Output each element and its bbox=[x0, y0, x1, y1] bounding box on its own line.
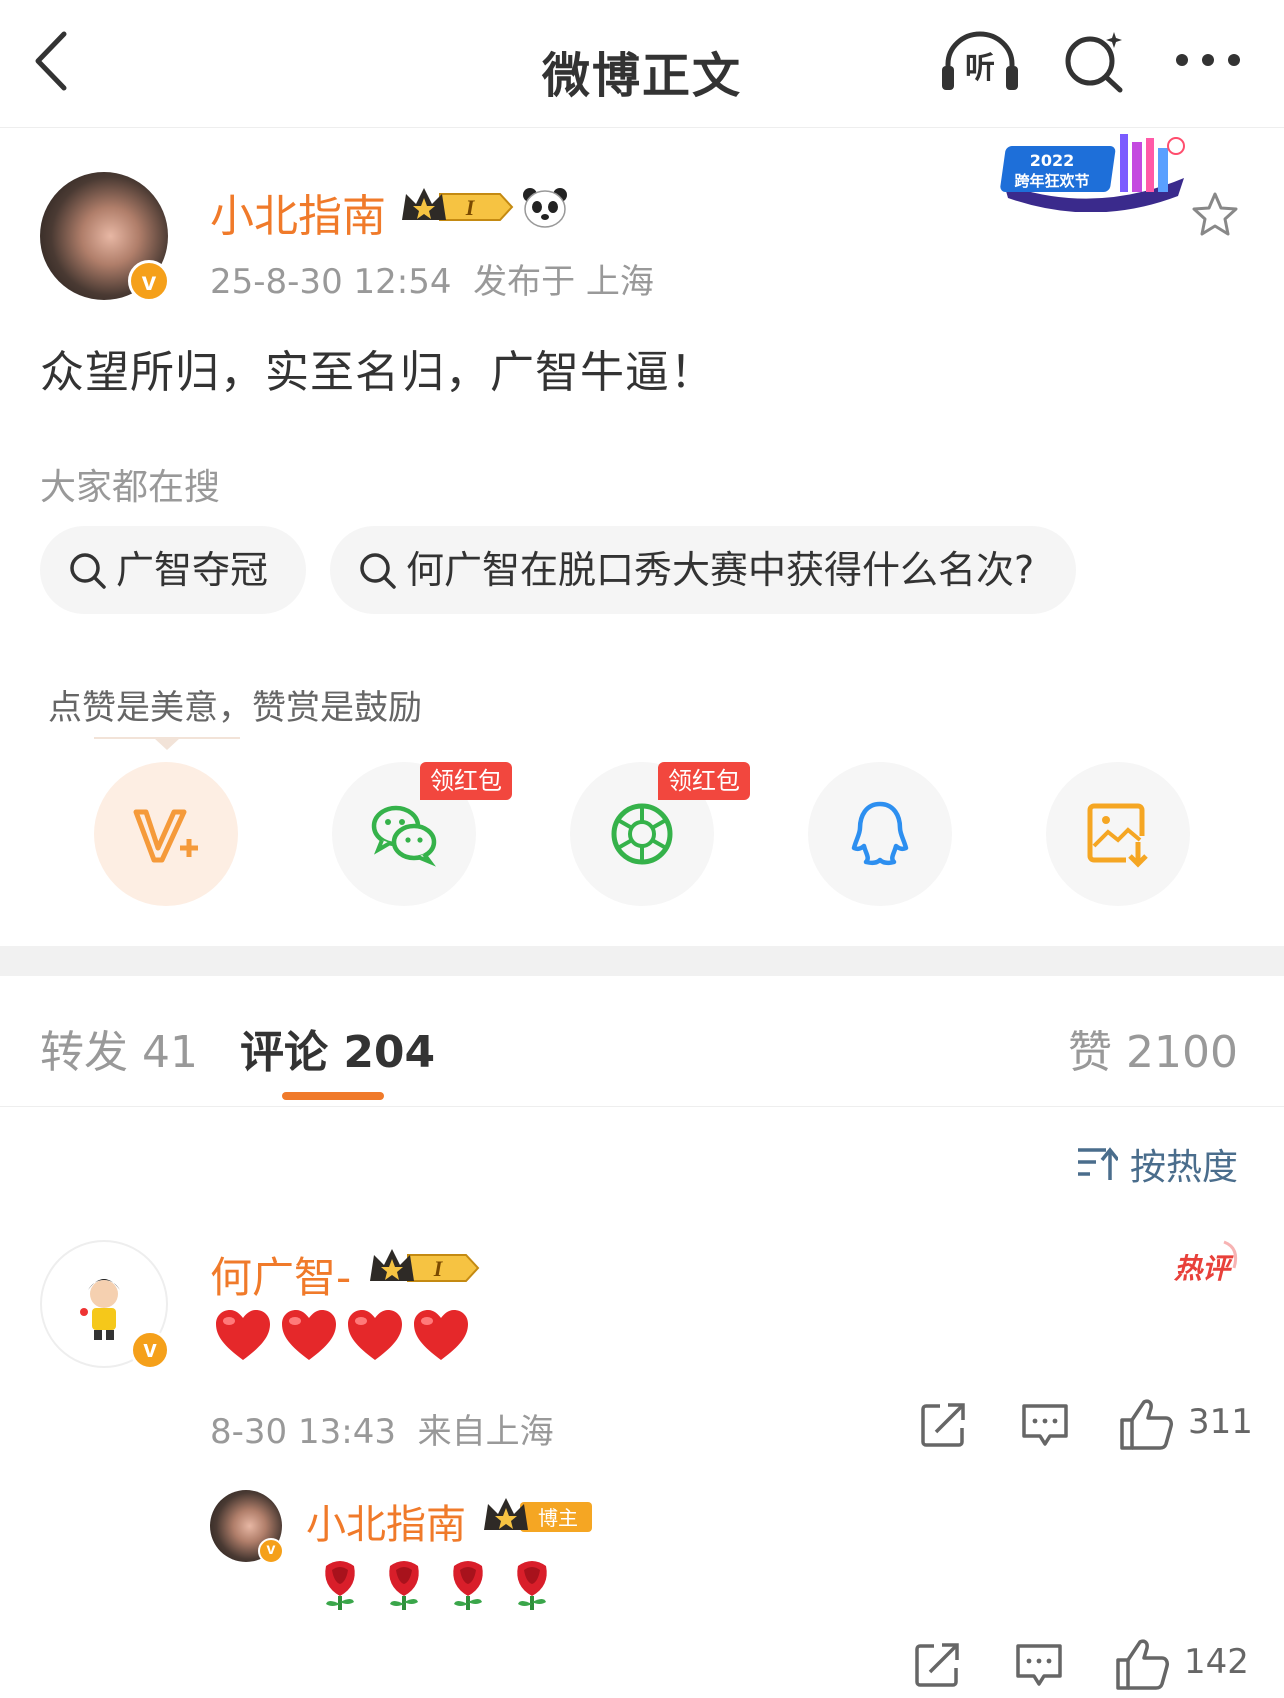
trending-search-heading: 大家都在搜 bbox=[40, 467, 221, 508]
new-year-festival-banner[interactable]: 2022 跨年狂欢节 bbox=[1000, 132, 1188, 213]
banner-year: 2022 bbox=[1030, 151, 1075, 170]
reply-author-name[interactable]: 小北指南 bbox=[306, 1492, 466, 1550]
reply-comment-icon[interactable] bbox=[1014, 1640, 1064, 1690]
crown-level: I bbox=[433, 1256, 444, 1281]
rose-emoji-icon bbox=[325, 1561, 355, 1610]
section-divider bbox=[0, 946, 1284, 976]
blogger-crown-badge: 博主 bbox=[482, 1494, 596, 1538]
commenter-name[interactable]: 何广智- bbox=[210, 1244, 351, 1305]
share-qq-button[interactable] bbox=[808, 762, 952, 906]
verified-v-icon: v bbox=[128, 260, 170, 302]
comment-emoji-row bbox=[214, 1308, 478, 1368]
more-options-icon[interactable] bbox=[1172, 42, 1244, 78]
reward-button[interactable] bbox=[94, 762, 238, 906]
comment-timestamp-location: 8-30 13:43 来自上海 bbox=[210, 1412, 554, 1452]
post-body-text: 众望所归，实至名归，广智牛逼！ bbox=[40, 347, 715, 398]
reward-hint-text: 点赞是美意，赞赏是鼓励 bbox=[48, 688, 422, 728]
red-packet-badge: 领红包 bbox=[420, 762, 512, 800]
sort-icon bbox=[1077, 1147, 1118, 1180]
post-author-avatar[interactable]: v bbox=[40, 172, 170, 302]
reward-v-plus-icon bbox=[133, 809, 198, 863]
crown-level: I bbox=[465, 195, 476, 220]
post-author-name[interactable]: 小北指南 bbox=[210, 180, 386, 244]
tab-comments[interactable]: 评论 204 bbox=[240, 1016, 435, 1080]
moments-aperture-icon bbox=[611, 803, 673, 865]
reply-emoji-row bbox=[318, 1556, 574, 1614]
verified-v-icon: v bbox=[130, 1330, 170, 1370]
sort-by-hot-button[interactable]: 按热度 bbox=[1076, 1138, 1238, 1190]
tabs-divider bbox=[0, 1106, 1284, 1107]
like-count: 142 bbox=[1184, 1642, 1249, 1682]
blogger-badge-label: 博主 bbox=[538, 1506, 578, 1530]
vip-crown-icon[interactable]: I bbox=[368, 1246, 482, 1290]
share-icon[interactable] bbox=[912, 1640, 962, 1690]
heart-emoji-icon bbox=[348, 1310, 402, 1360]
share-icon[interactable] bbox=[918, 1400, 968, 1450]
trending-search-chip[interactable]: 广智夺冠 bbox=[40, 526, 306, 614]
save-image-button[interactable] bbox=[1046, 762, 1190, 906]
search-chip-label: 何广智在脱口秀大赛中获得什么名次? bbox=[406, 548, 1035, 592]
like-count: 311 bbox=[1188, 1402, 1253, 1442]
search-icon[interactable] bbox=[1062, 28, 1128, 94]
search-chip-label: 广智夺冠 bbox=[116, 548, 269, 592]
trending-search-chip[interactable]: 何广智在脱口秀大赛中获得什么名次? bbox=[330, 526, 1076, 614]
hot-comment-badge: 热评 bbox=[1164, 1238, 1244, 1288]
listen-label: 听 bbox=[965, 51, 995, 86]
search-icon bbox=[70, 553, 106, 589]
reply-comment-icon[interactable] bbox=[1020, 1400, 1070, 1450]
star-favorite-icon[interactable] bbox=[1190, 190, 1240, 240]
listen-headphones-icon[interactable]: 听 bbox=[938, 28, 1022, 94]
panda-icon bbox=[522, 186, 568, 228]
top-nav-bar: 微博正文 听 bbox=[0, 0, 1284, 128]
heart-emoji-icon bbox=[282, 1310, 336, 1360]
reply-author-avatar[interactable]: v bbox=[210, 1490, 284, 1564]
heart-emoji-icon bbox=[216, 1310, 270, 1360]
verified-v-icon: v bbox=[258, 1538, 284, 1564]
rose-emoji-icon bbox=[453, 1561, 483, 1610]
search-icon bbox=[360, 553, 396, 589]
like-button[interactable]: 142 bbox=[1114, 1636, 1249, 1692]
vip-crown-icon[interactable]: I bbox=[400, 184, 516, 230]
commenter-avatar[interactable]: v bbox=[40, 1240, 170, 1370]
hot-label: 热评 bbox=[1173, 1252, 1234, 1285]
qq-penguin-icon bbox=[851, 801, 909, 866]
active-tab-indicator bbox=[282, 1092, 384, 1100]
sort-label: 按热度 bbox=[1129, 1147, 1238, 1188]
banner-text: 跨年狂欢节 bbox=[1014, 172, 1089, 190]
post-timestamp-location: 25-8-30 12:54 发布于 上海 bbox=[210, 262, 654, 302]
wechat-icon bbox=[371, 805, 437, 867]
reward-hint-pointer bbox=[94, 736, 240, 750]
rose-emoji-icon bbox=[389, 1561, 419, 1610]
rose-emoji-icon bbox=[517, 1561, 547, 1610]
thumbs-up-icon bbox=[1120, 1399, 1173, 1450]
heart-emoji-icon bbox=[414, 1310, 468, 1360]
tab-likes[interactable]: 赞 2100 bbox=[1068, 1016, 1238, 1080]
red-packet-badge: 领红包 bbox=[658, 762, 750, 800]
like-button[interactable]: 311 bbox=[1118, 1396, 1253, 1452]
tab-reposts[interactable]: 转发 41 bbox=[40, 1016, 198, 1080]
thumbs-up-icon bbox=[1116, 1639, 1169, 1690]
save-image-icon bbox=[1087, 803, 1148, 868]
